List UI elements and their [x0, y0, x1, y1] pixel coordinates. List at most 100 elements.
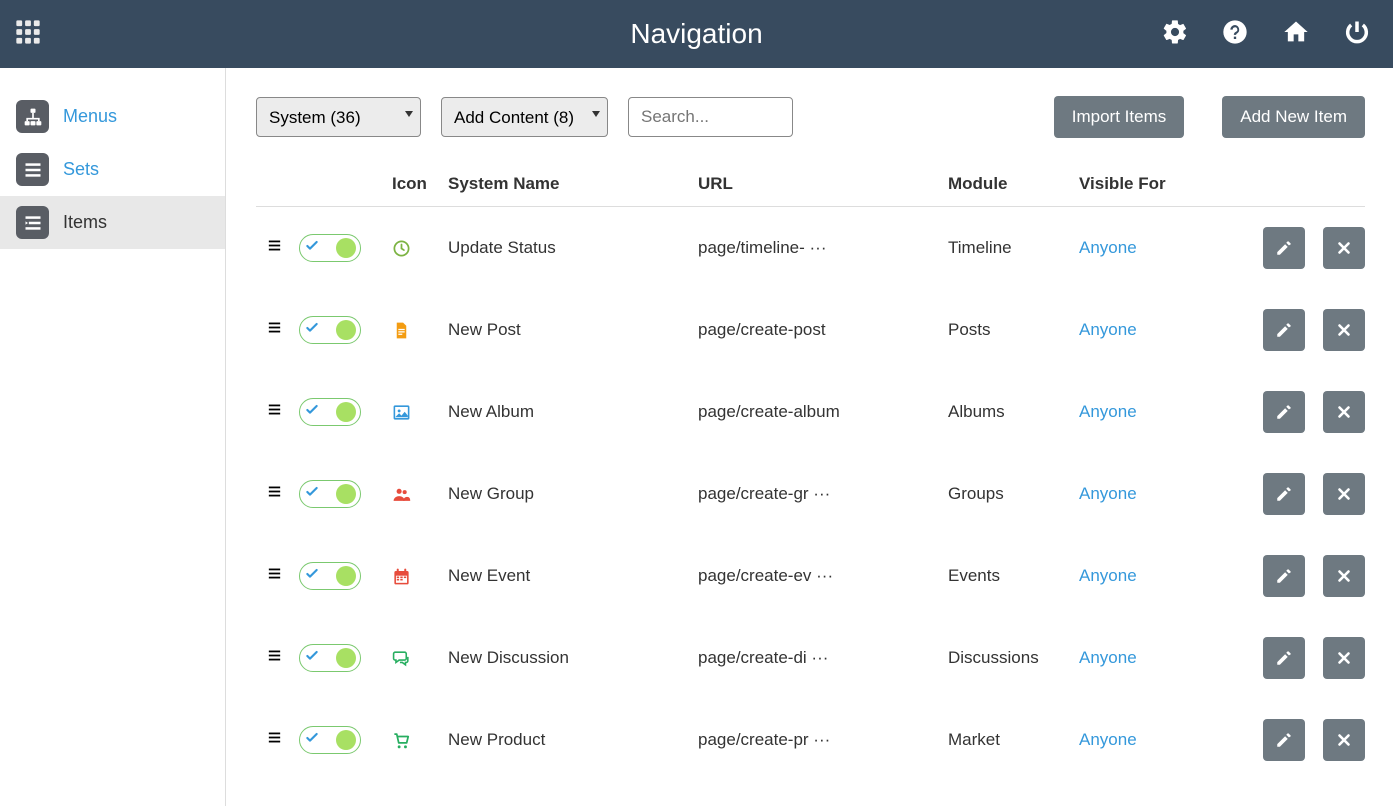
edit-button[interactable] [1263, 391, 1305, 433]
toggle-knob [336, 648, 356, 668]
col-icon: Icon [392, 174, 448, 194]
edit-button[interactable] [1263, 473, 1305, 515]
item-module: Groups [948, 484, 1079, 504]
import-items-button[interactable]: Import Items [1054, 96, 1184, 138]
delete-button[interactable] [1323, 473, 1365, 515]
item-url: page/create-album [698, 402, 948, 422]
visible-for-link[interactable]: Anyone [1079, 238, 1137, 257]
visible-for-link[interactable]: Anyone [1079, 566, 1137, 585]
drag-handle-icon[interactable] [266, 729, 283, 751]
sitemap-icon [16, 100, 49, 133]
delete-button[interactable] [1323, 227, 1365, 269]
delete-button[interactable] [1323, 555, 1365, 597]
active-toggle[interactable] [299, 398, 361, 426]
check-icon [304, 566, 320, 587]
item-icon [392, 403, 448, 422]
power-icon[interactable] [1343, 18, 1371, 51]
edit-button[interactable] [1263, 555, 1305, 597]
delete-button[interactable] [1323, 637, 1365, 679]
table-row: New Discussion page/create-di ··· Discus… [256, 617, 1365, 699]
search-input[interactable] [628, 97, 793, 137]
sidebar-item-items[interactable]: Items [0, 196, 225, 249]
sidebar-item-menus[interactable]: Menus [0, 90, 225, 143]
item-name: Update Status [448, 238, 698, 258]
drag-handle-icon[interactable] [266, 401, 283, 423]
table-row: New Product page/create-pr ··· Market An… [256, 699, 1365, 781]
active-toggle[interactable] [299, 316, 361, 344]
toolbar: System (36) Add Content (8) Import Items… [256, 96, 1365, 138]
item-icon [392, 239, 448, 258]
help-icon[interactable] [1221, 18, 1249, 51]
items-table: Icon System Name URL Module Visible For … [256, 162, 1365, 781]
check-icon [304, 320, 320, 341]
active-toggle[interactable] [299, 726, 361, 754]
item-url: page/create-ev ··· [698, 566, 948, 586]
table-row: New Album page/create-album Albums Anyon… [256, 371, 1365, 453]
item-url: page/create-di ··· [698, 648, 948, 668]
check-icon [304, 238, 320, 259]
app-header: Navigation [0, 0, 1393, 68]
col-url: URL [698, 174, 948, 194]
item-name: New Post [448, 320, 698, 340]
active-toggle[interactable] [299, 480, 361, 508]
toggle-knob [336, 238, 356, 258]
check-icon [304, 730, 320, 751]
toggle-knob [336, 566, 356, 586]
main-content: System (36) Add Content (8) Import Items… [226, 68, 1393, 806]
item-url: page/timeline- ··· [698, 238, 948, 258]
check-icon [304, 402, 320, 423]
table-row: New Group page/create-gr ··· Groups Anyo… [256, 453, 1365, 535]
page-title: Navigation [630, 18, 762, 50]
gear-icon[interactable] [1161, 18, 1189, 51]
drag-handle-icon[interactable] [266, 237, 283, 259]
visible-for-link[interactable]: Anyone [1079, 648, 1137, 667]
check-icon [304, 648, 320, 669]
sidebar-item-label: Sets [63, 159, 99, 180]
toggle-knob [336, 484, 356, 504]
drag-handle-icon[interactable] [266, 647, 283, 669]
list-indent-icon [16, 206, 49, 239]
item-module: Events [948, 566, 1079, 586]
active-toggle[interactable] [299, 562, 361, 590]
delete-button[interactable] [1323, 719, 1365, 761]
visible-for-link[interactable]: Anyone [1079, 402, 1137, 421]
item-url: page/create-post [698, 320, 948, 340]
home-icon[interactable] [1281, 18, 1311, 51]
item-module: Timeline [948, 238, 1079, 258]
item-name: New Event [448, 566, 698, 586]
drag-handle-icon[interactable] [266, 483, 283, 505]
filter-system-select[interactable]: System (36) [256, 97, 421, 137]
item-module: Albums [948, 402, 1079, 422]
table-row: New Post page/create-post Posts Anyone [256, 289, 1365, 371]
edit-button[interactable] [1263, 309, 1305, 351]
add-new-item-button[interactable]: Add New Item [1222, 96, 1365, 138]
toggle-knob [336, 730, 356, 750]
visible-for-link[interactable]: Anyone [1079, 320, 1137, 339]
drag-handle-icon[interactable] [266, 565, 283, 587]
active-toggle[interactable] [299, 234, 361, 262]
item-icon [392, 731, 448, 750]
visible-for-link[interactable]: Anyone [1079, 484, 1137, 503]
apps-menu-icon[interactable] [14, 18, 42, 51]
sidebar-item-sets[interactable]: Sets [0, 143, 225, 196]
delete-button[interactable] [1323, 309, 1365, 351]
edit-button[interactable] [1263, 227, 1305, 269]
item-icon [392, 567, 448, 586]
item-module: Market [948, 730, 1079, 750]
edit-button[interactable] [1263, 719, 1305, 761]
item-name: New Discussion [448, 648, 698, 668]
check-icon [304, 484, 320, 505]
table-row: New Event page/create-ev ··· Events Anyo… [256, 535, 1365, 617]
visible-for-link[interactable]: Anyone [1079, 730, 1137, 749]
filter-content-select[interactable]: Add Content (8) [441, 97, 608, 137]
toggle-knob [336, 320, 356, 340]
delete-button[interactable] [1323, 391, 1365, 433]
edit-button[interactable] [1263, 637, 1305, 679]
item-url: page/create-pr ··· [698, 730, 948, 750]
active-toggle[interactable] [299, 644, 361, 672]
sidebar-item-label: Menus [63, 106, 117, 127]
drag-handle-icon[interactable] [266, 319, 283, 341]
item-module: Posts [948, 320, 1079, 340]
item-name: New Group [448, 484, 698, 504]
table-header: Icon System Name URL Module Visible For [256, 162, 1365, 207]
